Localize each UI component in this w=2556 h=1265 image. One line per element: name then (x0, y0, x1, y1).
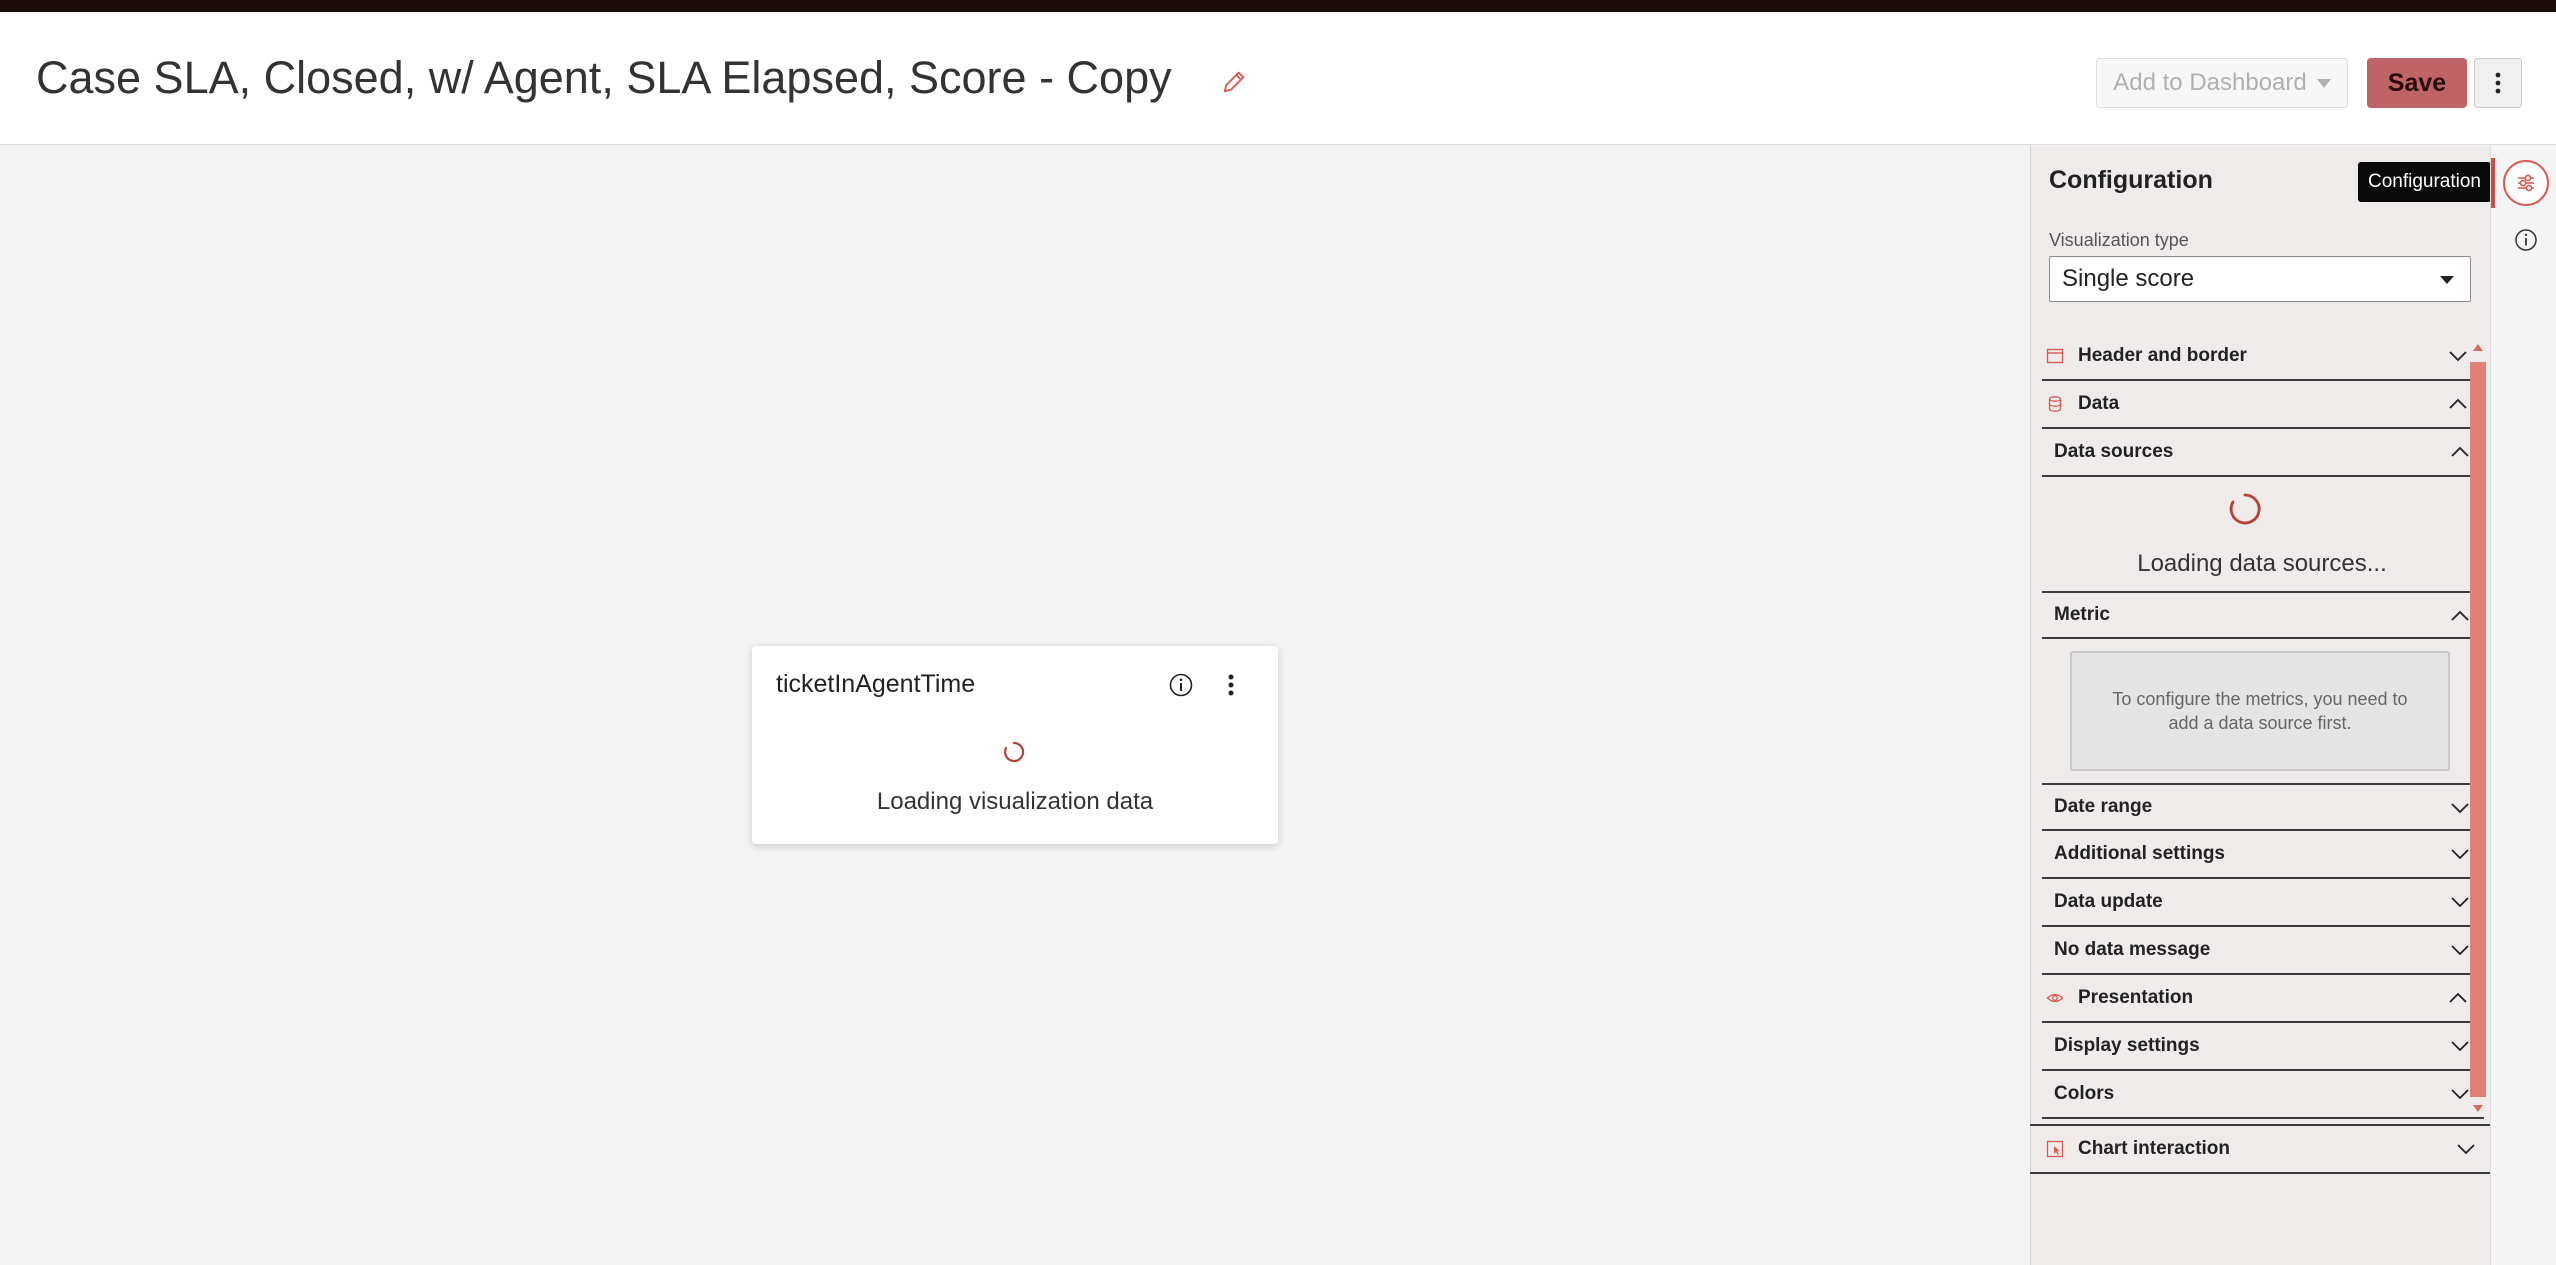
chevron-down-icon (2451, 945, 2469, 956)
chevron-down-icon (2449, 351, 2467, 362)
section-data-update[interactable]: Data update (2042, 879, 2484, 927)
scrollbar-thumb[interactable] (2470, 362, 2486, 1097)
chevron-down-icon (2451, 1041, 2469, 1052)
widget-loading-text: Loading visualization data (876, 788, 1154, 815)
viz-type-label: Visualization type (2049, 230, 2189, 250)
chevron-down-icon (2451, 1089, 2469, 1100)
viz-type-value: Single score (2062, 265, 2195, 292)
section-label: Header and border (2078, 345, 2247, 366)
section-no-data-message[interactable]: No data message (2042, 927, 2484, 975)
chevron-up-icon (2449, 398, 2467, 409)
metric-hint-box: To configure the metrics, you need to ad… (2070, 651, 2450, 771)
database-icon (2048, 396, 2062, 412)
save-button[interactable]: Save (2367, 58, 2467, 108)
section-label: Data update (2054, 891, 2163, 912)
section-label: Data sources (2054, 441, 2174, 462)
top-strip (0, 0, 2556, 12)
scroll-down-icon[interactable] (2473, 1105, 2483, 1112)
section-label: Presentation (2078, 987, 2194, 1008)
scroll-up-icon[interactable] (2473, 344, 2483, 351)
chevron-up-icon (2449, 992, 2467, 1003)
section-presentation[interactable]: Presentation (2042, 975, 2482, 1023)
more-vertical-icon (2495, 72, 2501, 94)
section-header-and-border[interactable]: Header and border (2042, 333, 2482, 381)
active-indicator (2491, 158, 2495, 208)
loading-spinner-icon (2229, 493, 2261, 525)
section-data[interactable]: Data (2042, 381, 2482, 429)
chevron-down-icon (2451, 897, 2469, 908)
window-icon (2046, 348, 2064, 364)
panel-scrollbar[interactable] (2470, 340, 2486, 1118)
section-label: Chart interaction (2078, 1138, 2231, 1159)
chevron-down-icon (2457, 1144, 2475, 1155)
right-icon-rail (2490, 146, 2556, 1265)
chevron-up-icon (2451, 610, 2469, 621)
visualization-widget: ticketInAgentTime Loading visualization … (752, 646, 1278, 844)
panel-title: Configuration (2049, 166, 2213, 194)
info-icon[interactable] (2513, 227, 2539, 253)
section-label: Metric (2054, 604, 2110, 625)
section-date-range[interactable]: Date range (2042, 783, 2484, 831)
info-icon[interactable] (1168, 672, 1194, 698)
pointer-icon (2046, 1140, 2064, 1158)
more-vertical-icon[interactable] (1218, 670, 1244, 700)
section-label: Colors (2054, 1083, 2115, 1104)
pencil-icon[interactable] (1220, 68, 1248, 96)
add-to-dashboard-button[interactable]: Add to Dashboard (2096, 58, 2348, 108)
viz-type-select[interactable]: Single score (2049, 256, 2471, 302)
eye-icon (2046, 993, 2064, 1003)
data-sources-loading-text: Loading data sources... (2137, 550, 2387, 577)
page-title: Case SLA, Closed, w/ Agent, SLA Elapsed,… (36, 52, 1172, 103)
section-metric[interactable]: Metric (2042, 591, 2484, 639)
chevron-down-icon (2451, 803, 2469, 814)
chevron-down-icon (2451, 849, 2469, 860)
section-label: Additional settings (2054, 843, 2225, 864)
section-display-settings[interactable]: Display settings (2042, 1023, 2484, 1071)
caret-down-icon (2316, 78, 2331, 88)
chevron-up-icon (2451, 446, 2469, 457)
sliders-icon (2518, 174, 2534, 192)
section-data-sources[interactable]: Data sources (2042, 429, 2484, 477)
page-header: Case SLA, Closed, w/ Agent, SLA Elapsed,… (0, 12, 2556, 145)
caret-down-icon (2440, 276, 2454, 284)
section-chart-interaction[interactable]: Chart interaction (2030, 1124, 2490, 1174)
section-label: Display settings (2054, 1035, 2200, 1056)
section-colors[interactable]: Colors (2042, 1071, 2484, 1119)
section-additional-settings[interactable]: Additional settings (2042, 831, 2484, 879)
more-options-button[interactable] (2474, 58, 2522, 108)
section-label: Date range (2054, 796, 2153, 817)
section-label: Data (2078, 393, 2120, 414)
configuration-tooltip: Configuration (2358, 162, 2491, 202)
configuration-toggle-button[interactable] (2503, 160, 2549, 206)
widget-title: ticketInAgentTime (776, 670, 976, 698)
section-label: No data message (2054, 939, 2211, 960)
add-to-dashboard-label: Add to Dashboard (2113, 69, 2307, 96)
loading-spinner-icon (1003, 741, 1025, 763)
